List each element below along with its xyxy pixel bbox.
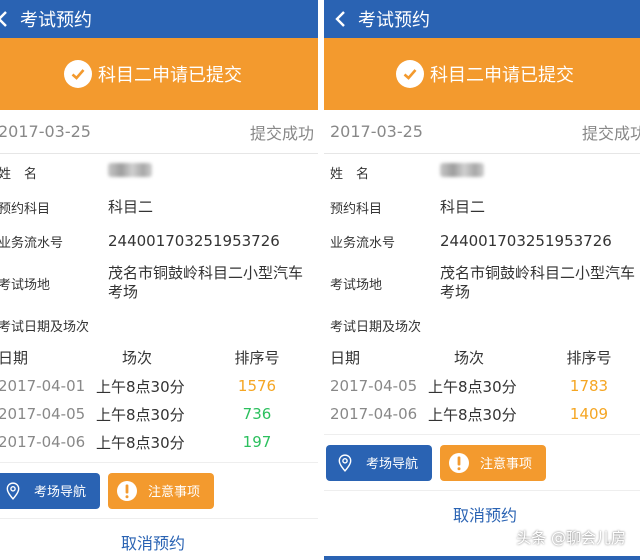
venue-nav-button[interactable]: 考场导航 (0, 472, 100, 509)
serial-value: 244001703251953726 (440, 231, 612, 250)
row-date: 2017-04-05 (0, 405, 86, 423)
notice-label: 注意事项 (148, 485, 201, 500)
submission-row: 2017-03-25 提交成功 (324, 110, 640, 154)
subject-label: 预约科目 (0, 201, 51, 217)
success-banner: 科目二申请已提交 (0, 38, 318, 110)
venue-nav-label: 考场导航 (366, 457, 419, 472)
cancel-appointment-button[interactable]: 取消预约 (0, 518, 318, 560)
name-row: 姓 名 (0, 154, 308, 190)
submit-date: 2017-03-25 (0, 122, 91, 141)
action-buttons: 考场导航 注意事项 (324, 434, 640, 490)
serial-label: 业务流水号 (330, 235, 396, 251)
subject-row: 预约科目 科目二 (330, 190, 640, 224)
venue-label: 考试场地 (330, 277, 383, 293)
banner-text: 科目二申请已提交 (430, 65, 574, 86)
success-banner: 科目二申请已提交 (324, 38, 640, 110)
row-session: 上午8点30分 (96, 405, 185, 424)
row-session: 上午8点30分 (96, 377, 185, 396)
venue-row: 考试场地 茂名市铜鼓岭科目二小型汽车考场 (330, 258, 640, 308)
schedule-label: 考试日期及场次 (330, 319, 422, 335)
col-rank: 排序号 (566, 348, 612, 367)
subject-value: 科目二 (440, 197, 486, 216)
venue-nav-label: 考场导航 (34, 485, 87, 500)
venue-row: 考试场地 茂名市铜鼓岭科目二小型汽车考场 (0, 258, 308, 308)
subject-value: 科目二 (108, 197, 154, 216)
subject-label: 预约科目 (330, 201, 383, 217)
table-row: 2017-04-06 上午8点30分 197 (0, 428, 308, 456)
notice-button[interactable]: 注意事项 (108, 472, 214, 509)
notice-button[interactable]: 注意事项 (440, 444, 546, 481)
chevron-left-icon[interactable] (0, 0, 16, 38)
table-row: 2017-04-01 上午8点30分 1576 (0, 372, 308, 400)
map-pin-icon (334, 452, 356, 474)
watermark: 头条 @聊会儿房 (516, 529, 626, 547)
action-buttons: 考场导航 注意事项 (0, 462, 318, 518)
serial-label: 业务流水号 (0, 235, 64, 251)
row-date: 2017-04-06 (0, 433, 86, 451)
row-session: 上午8点30分 (96, 433, 185, 452)
row-rank: 1576 (237, 377, 277, 395)
col-date: 日期 (330, 348, 361, 367)
table-header: 日期 场次 排序号 (330, 342, 640, 372)
row-rank: 197 (242, 433, 272, 451)
venue-label: 考试场地 (0, 277, 51, 293)
table-row: 2017-04-05 上午8点30分 1783 (330, 372, 640, 400)
col-date: 日期 (0, 348, 29, 367)
name-label: 姓 名 (330, 166, 370, 182)
banner-text: 科目二申请已提交 (98, 65, 242, 86)
submission-row: 2017-03-25 提交成功 (0, 110, 318, 154)
subject-row: 预约科目 科目二 (0, 190, 308, 224)
row-date: 2017-04-06 (330, 405, 418, 423)
row-rank: 736 (242, 405, 272, 423)
chevron-left-icon[interactable] (326, 0, 354, 38)
serial-value: 244001703251953726 (108, 231, 280, 250)
app-header: 考试预约 (0, 0, 318, 38)
table-header: 日期 场次 排序号 (0, 342, 308, 372)
submit-date: 2017-03-25 (330, 122, 423, 141)
row-date: 2017-04-01 (0, 377, 86, 395)
col-session: 场次 (454, 348, 485, 367)
cancel-label: 取消预约 (452, 505, 517, 525)
name-row: 姓 名 (330, 154, 640, 190)
table-row: 2017-04-05 上午8点30分 736 (0, 400, 308, 428)
schedule-row: 考试日期及场次 (330, 308, 640, 342)
col-rank: 排序号 (234, 348, 280, 367)
page-title: 考试预约 (20, 10, 92, 31)
screen-right: 考试预约 科目二申请已提交 2017-03-25 提交成功 姓 名 预约科目 科… (320, 0, 640, 560)
redacted-name (440, 162, 484, 177)
appointment-info: 姓 名 预约科目 科目二 业务流水号 244001703251953726 考试… (324, 154, 640, 342)
screen-left: 考试预约 科目二申请已提交 2017-03-25 提交成功 姓 名 预约科目 科… (0, 0, 320, 560)
schedule-table: 日期 场次 排序号 2017-04-01 上午8点30分 1576 2017-0… (0, 342, 318, 456)
app-header: 考试预约 (324, 0, 640, 38)
venue-value: 茂名市铜鼓岭科目二小型汽车考场 (440, 264, 636, 301)
check-circle-icon (396, 60, 424, 88)
check-circle-icon (64, 60, 92, 88)
serial-row: 业务流水号 244001703251953726 (0, 224, 308, 258)
venue-nav-button[interactable]: 考场导航 (326, 444, 432, 481)
name-label: 姓 名 (0, 166, 38, 182)
cancel-label: 取消预约 (120, 533, 185, 553)
venue-value: 茂名市铜鼓岭科目二小型汽车考场 (108, 264, 304, 301)
exclamation-icon (116, 480, 138, 502)
row-session: 上午8点30分 (428, 405, 517, 424)
schedule-row: 考试日期及场次 (0, 308, 308, 342)
schedule-label: 考试日期及场次 (0, 319, 90, 335)
serial-row: 业务流水号 244001703251953726 (330, 224, 640, 258)
row-rank: 1783 (569, 377, 609, 395)
appointment-info: 姓 名 预约科目 科目二 业务流水号 244001703251953726 考试… (0, 154, 318, 342)
col-session: 场次 (122, 348, 153, 367)
submit-status: 提交成功 (581, 123, 640, 143)
notice-label: 注意事项 (480, 457, 533, 472)
submit-status: 提交成功 (249, 123, 314, 143)
table-row: 2017-04-06 上午8点30分 1409 (330, 400, 640, 428)
page-title: 考试预约 (358, 10, 430, 31)
exclamation-icon (448, 452, 470, 474)
row-date: 2017-04-05 (330, 377, 418, 395)
bottom-bar (324, 556, 640, 560)
row-session: 上午8点30分 (428, 377, 517, 396)
redacted-name (108, 162, 152, 177)
row-rank: 1409 (569, 405, 609, 423)
schedule-table: 日期 场次 排序号 2017-04-05 上午8点30分 1783 2017-0… (324, 342, 640, 428)
map-pin-icon (2, 480, 24, 502)
